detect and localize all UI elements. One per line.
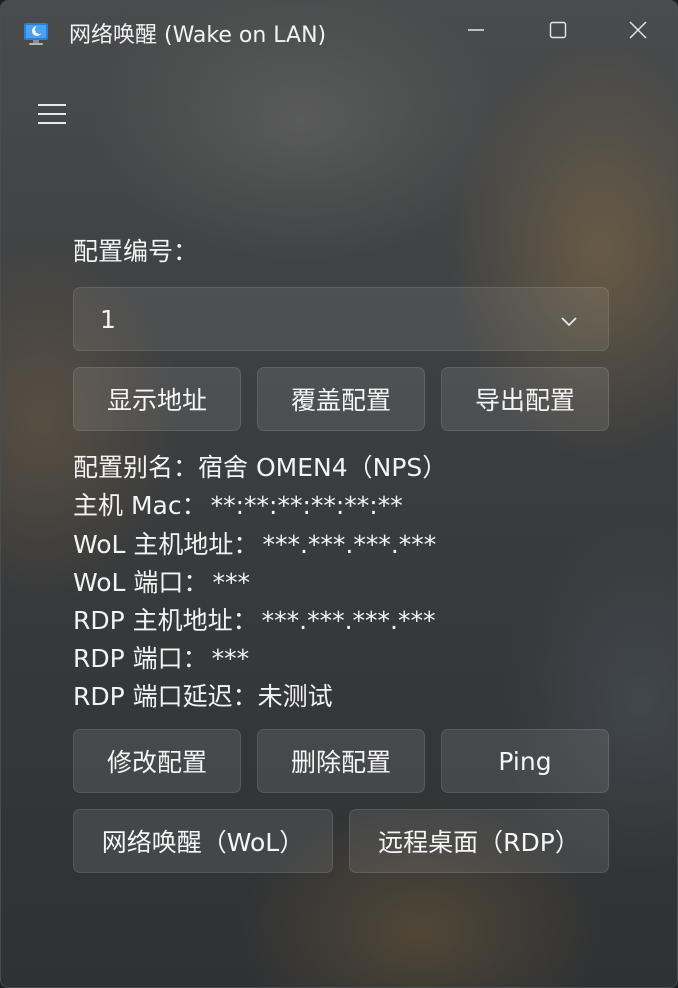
mac-row: 主机 Mac： **:**:**:**:**:** [73,488,403,524]
wol-port-value: *** [212,568,250,597]
app-icon [24,23,48,45]
hamburger-menu-icon [38,104,66,124]
delete-config-button[interactable]: 删除配置 [257,729,425,793]
maximize-icon [549,21,567,39]
ping-button[interactable]: Ping [441,729,609,793]
rdp-latency-row: RDP 端口延迟：未测试 [73,679,333,715]
wol-port-label: WoL 端口： [73,568,209,597]
wol-port-row: WoL 端口： *** [73,565,250,601]
rdp-host-row: RDP 主机地址： ***.***.***.*** [73,603,436,639]
mac-value: **:**:**:**:**:** [210,491,403,520]
alias-label: 配置别名： [73,453,199,482]
rdp-latency-value: 未测试 [257,682,333,711]
export-config-button[interactable]: 导出配置 [441,367,609,431]
rdp-latency-label: RDP 端口延迟： [73,682,258,711]
close-icon [629,21,647,39]
wake-on-lan-button[interactable]: 网络唤醒（WoL） [73,809,333,873]
rdp-port-row: RDP 端口： *** [73,641,249,677]
config-number-select[interactable]: 1 [73,287,609,351]
rdp-port-value: *** [211,644,250,673]
mac-label: 主机 Mac： [73,491,207,520]
overwrite-config-button[interactable]: 覆盖配置 [257,367,425,431]
alias-row: 配置别名：宿舍 OMEN4（NPS） [73,450,447,486]
wol-host-value: ***.***.***.*** [262,530,437,559]
modify-config-button[interactable]: 修改配置 [73,729,241,793]
rdp-host-label: RDP 主机地址： [73,606,258,635]
remote-desktop-button[interactable]: 远程桌面（RDP） [349,809,609,873]
title-bar: 网络唤醒 (Wake on LAN) [1,1,677,65]
maximize-button[interactable] [523,1,593,59]
config-number-value: 1 [100,305,116,334]
close-button[interactable] [603,1,673,59]
config-number-label: 配置编号： [73,237,199,266]
window-title: 网络唤醒 (Wake on LAN) [69,23,327,48]
alias-value: 宿舍 OMEN4（NPS） [198,453,448,482]
show-address-button[interactable]: 显示地址 [73,367,241,431]
app-window: 网络唤醒 (Wake on LAN) 配置编号： 1 显示地址 覆盖配置 导出配… [0,0,678,988]
chevron-down-icon [561,317,577,327]
minimize-icon [468,29,484,31]
wol-host-label: WoL 主机地址： [73,530,259,559]
rdp-host-value: ***.***.***.*** [261,606,436,635]
minimize-button[interactable] [441,1,511,59]
menu-button[interactable] [27,93,77,135]
rdp-port-label: RDP 端口： [73,644,208,673]
wol-host-row: WoL 主机地址： ***.***.***.*** [73,527,436,563]
